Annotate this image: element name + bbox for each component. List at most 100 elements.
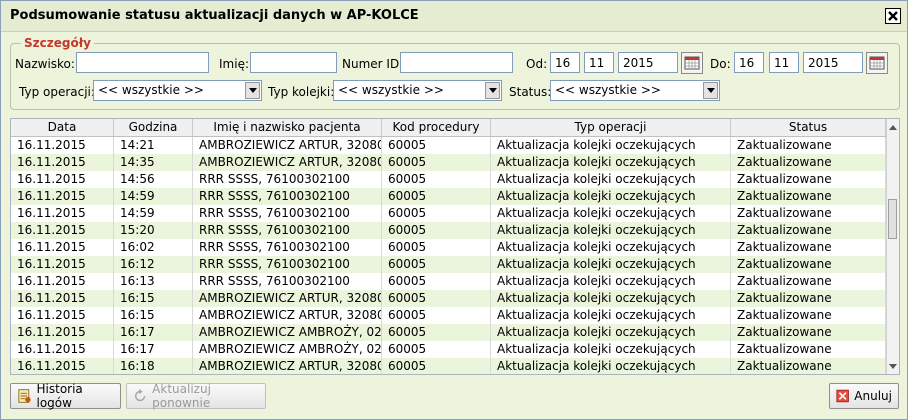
table-cell: 14:35 xyxy=(114,154,193,171)
scroll-down-icon[interactable] xyxy=(887,360,899,372)
status-value: << wszystkie >> xyxy=(555,83,661,97)
column-header-pacjent[interactable]: Imię i nazwisko pacjenta xyxy=(193,119,382,136)
table-cell: Aktualizacja kolejki oczekujących xyxy=(491,256,731,273)
column-header-data[interactable]: Data xyxy=(11,119,114,136)
table-cell: 60005 xyxy=(382,222,491,239)
od-year-input[interactable] xyxy=(618,52,678,73)
table-cell: Zaktualizowane xyxy=(731,324,886,341)
do-label: Do: xyxy=(710,57,731,71)
numer-id-input[interactable] xyxy=(400,52,513,73)
table-row[interactable]: 16.11.2015 16:15 AMBROZIEWICZ ARTUR, 32080… xyxy=(11,307,886,324)
typ-kolejki-label: Typ kolejki: xyxy=(268,85,335,99)
table-cell: Zaktualizowane xyxy=(731,137,886,154)
table-cell: 14:56 xyxy=(114,171,193,188)
table-cell: 16.11.2015 xyxy=(11,358,114,374)
table-cell: 60005 xyxy=(382,273,491,290)
table-cell: AMBROZIEWICZ ARTUR, 320805 xyxy=(193,137,382,154)
table-cell: AMBROZIEWICZ ARTUR, 320805 xyxy=(193,307,382,324)
table-cell: Aktualizacja kolejki oczekujących xyxy=(491,205,731,222)
table-cell: Aktualizacja kolejki oczekujących xyxy=(491,239,731,256)
od-month-input[interactable] xyxy=(584,52,614,73)
aktualizuj-ponownie-label: Aktualizuj ponownie xyxy=(152,382,211,410)
table-row[interactable]: 16.11.2015 14:59 RRR SSSS, 76100302100 6000… xyxy=(11,205,886,222)
table-cell: AMBROZIEWICZ AMBROŻY, 0227 xyxy=(193,324,382,341)
scrollbar-thumb[interactable] xyxy=(888,199,897,239)
table-row[interactable]: 16.11.2015 16:12 RRR SSSS, 76100302100 6000… xyxy=(11,256,886,273)
table-row[interactable]: 16.11.2015 14:59 RRR SSSS, 76100302100 6000… xyxy=(11,188,886,205)
table-cell: Aktualizacja kolejki oczekujących xyxy=(491,290,731,307)
anuluj-label: Anuluj xyxy=(854,389,892,403)
column-header-godzina[interactable]: Godzina xyxy=(114,119,193,136)
do-day-input[interactable] xyxy=(734,52,764,73)
column-header-typ[interactable]: Typ operacji xyxy=(491,119,731,136)
vertical-scrollbar[interactable] xyxy=(886,119,899,374)
table-cell: Aktualizacja kolejki oczekujących xyxy=(491,273,731,290)
window-title: Podsumowanie statusu aktualizacji danych… xyxy=(10,8,419,23)
table-cell: Zaktualizowane xyxy=(731,358,886,374)
table-cell: 60005 xyxy=(382,154,491,171)
table-cell: Aktualizacja kolejki oczekujących xyxy=(491,171,731,188)
table-cell: Zaktualizowane xyxy=(731,171,886,188)
dialog-window: Podsumowanie statusu aktualizacji danych… xyxy=(0,0,908,420)
column-header-kod[interactable]: Kod procedury xyxy=(382,119,491,136)
table-row[interactable]: 16.11.2015 16:18 AMBROZIEWICZ ARTUR, 32080… xyxy=(11,358,886,374)
nazwisko-label: Nazwisko: xyxy=(15,57,75,71)
anuluj-button[interactable]: Anuluj xyxy=(829,383,899,409)
table-cell: Zaktualizowane xyxy=(731,154,886,171)
table-cell: Aktualizacja kolejki oczekujących xyxy=(491,324,731,341)
table-cell: Zaktualizowane xyxy=(731,290,886,307)
typ-operacji-value: << wszystkie >> xyxy=(98,83,204,97)
table-row[interactable]: 16.11.2015 16:13 RRR SSSS, 76100302100 6000… xyxy=(11,273,886,290)
table-cell: AMBROZIEWICZ ARTUR, 320805 xyxy=(193,358,382,374)
table-cell: 16.11.2015 xyxy=(11,188,114,205)
table-cell: 16.11.2015 xyxy=(11,307,114,324)
table-cell: 60005 xyxy=(382,171,491,188)
nazwisko-input[interactable] xyxy=(76,52,209,73)
column-header-status[interactable]: Status xyxy=(731,119,886,136)
table-cell: 16.11.2015 xyxy=(11,154,114,171)
table-cell: 16.11.2015 xyxy=(11,171,114,188)
calendar-icon xyxy=(684,56,700,70)
table-row[interactable]: 16.11.2015 16:17 AMBROZIEWICZ AMBROŻY, 022… xyxy=(11,324,886,341)
table-cell: Aktualizacja kolejki oczekujących xyxy=(491,341,731,358)
results-table[interactable]: Data Godzina Imię i nazwisko pacjenta Ko… xyxy=(10,118,900,375)
table-cell: Aktualizacja kolejki oczekujących xyxy=(491,222,731,239)
table-cell: 16:15 xyxy=(114,290,193,307)
table-row[interactable]: 16.11.2015 16:15 AMBROZIEWICZ ARTUR, 32080… xyxy=(11,290,886,307)
table-row[interactable]: 16.11.2015 14:56 RRR SSSS, 76100302100 6000… xyxy=(11,171,886,188)
table-cell: Aktualizacja kolejki oczekujących xyxy=(491,137,731,154)
status-select[interactable]: << wszystkie >> xyxy=(550,80,720,101)
table-row[interactable]: 16.11.2015 14:35 AMBROZIEWICZ ARTUR, 32080… xyxy=(11,154,886,171)
do-year-input[interactable] xyxy=(803,52,863,73)
table-cell: 16.11.2015 xyxy=(11,205,114,222)
table-row[interactable]: 16.11.2015 14:21 AMBROZIEWICZ ARTUR, 32080… xyxy=(11,137,886,154)
historia-logow-button[interactable]: Historia logów xyxy=(10,382,121,410)
table-cell: Aktualizacja kolejki oczekujących xyxy=(491,358,731,374)
aktualizuj-ponownie-button[interactable]: Aktualizuj ponownie xyxy=(126,382,266,410)
table-row[interactable]: 16.11.2015 16:02 RRR SSSS, 76100302100 6000… xyxy=(11,239,886,256)
do-month-input[interactable] xyxy=(769,52,799,73)
table-cell: 14:59 xyxy=(114,205,193,222)
scroll-up-icon[interactable] xyxy=(887,121,899,133)
od-label: Od: xyxy=(526,57,548,71)
table-cell: RRR SSSS, 76100302100 xyxy=(193,205,382,222)
imie-input[interactable] xyxy=(250,52,337,73)
typ-operacji-label: Typ operacji: xyxy=(19,85,95,99)
table-row[interactable]: 16.11.2015 16:17 AMBROZIEWICZ AMBROŻY, 022… xyxy=(11,341,886,358)
table-cell: 16.11.2015 xyxy=(11,341,114,358)
close-button[interactable] xyxy=(885,8,901,24)
od-day-input[interactable] xyxy=(550,52,580,73)
table-cell: 60005 xyxy=(382,239,491,256)
table-cell: RRR SSSS, 76100302100 xyxy=(193,273,382,290)
od-calendar-button[interactable] xyxy=(681,52,703,74)
table-cell: 60005 xyxy=(382,358,491,374)
table-row[interactable]: 16.11.2015 15:20 RRR SSSS, 76100302100 6000… xyxy=(11,222,886,239)
table-cell: RRR SSSS, 76100302100 xyxy=(193,239,382,256)
table-cell: 16:15 xyxy=(114,307,193,324)
typ-kolejki-select[interactable]: << wszystkie >> xyxy=(333,80,502,101)
table-cell: 16:18 xyxy=(114,358,193,374)
table-cell: Zaktualizowane xyxy=(731,273,886,290)
do-calendar-button[interactable] xyxy=(866,52,888,74)
table-cell: Aktualizacja kolejki oczekujących xyxy=(491,307,731,324)
typ-operacji-select[interactable]: << wszystkie >> xyxy=(93,80,262,101)
